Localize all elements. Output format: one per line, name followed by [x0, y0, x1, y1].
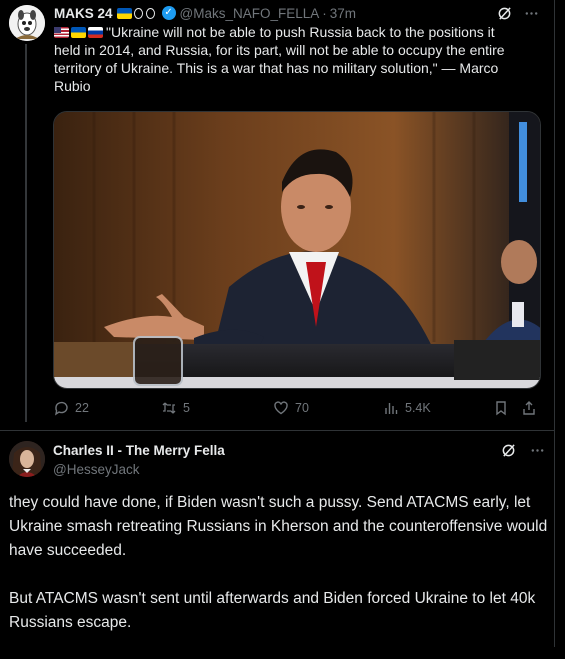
- tweet-divider: [0, 430, 554, 431]
- ukraine-flag-icon: [71, 27, 86, 38]
- author-handle[interactable]: @Maks_NAFO_FELLA: [180, 6, 320, 21]
- grok-icon[interactable]: [501, 443, 516, 461]
- reply-author-handle[interactable]: @HesseyJack: [53, 462, 139, 477]
- reply-count: 22: [75, 401, 89, 415]
- tweet-photo[interactable]: [53, 111, 541, 389]
- repost-button[interactable]: 5: [161, 400, 190, 416]
- tweet-text: "Ukraine will not be able to push Russia…: [54, 23, 524, 95]
- usa-flag-icon: [54, 27, 69, 38]
- separator-dot: ·: [322, 5, 327, 21]
- like-count: 70: [295, 401, 309, 415]
- more-icon[interactable]: [530, 443, 545, 461]
- timestamp[interactable]: 37m: [330, 6, 356, 21]
- share-icon: [521, 400, 537, 416]
- name-emoji: [116, 7, 156, 19]
- like-icon: [273, 400, 289, 416]
- views-count: 5.4K: [405, 401, 431, 415]
- tweet-header: MAKS 24 ✓ @Maks_NAFO_FELLA · 37m: [54, 5, 356, 21]
- author-avatar[interactable]: [9, 5, 45, 41]
- bookmark-icon: [493, 400, 509, 416]
- tweet-top-actions: [497, 6, 539, 24]
- text-flags: [54, 27, 103, 38]
- timeline-border: [554, 0, 555, 647]
- repost-count: 5: [183, 401, 190, 415]
- more-icon[interactable]: [524, 6, 539, 24]
- views-button[interactable]: 5.4K: [383, 400, 431, 416]
- russia-flag-icon: [88, 27, 103, 38]
- eye-icon: [133, 7, 143, 19]
- reply-author-name[interactable]: Charles II - The Merry Fella: [53, 443, 225, 458]
- reply-button[interactable]: 22: [53, 400, 89, 416]
- reply-top-actions: [501, 443, 545, 461]
- views-icon: [383, 400, 399, 416]
- bookmark-button[interactable]: [493, 400, 509, 416]
- ukraine-flag-icon: [116, 7, 132, 19]
- eye-icon: [145, 7, 155, 19]
- share-button[interactable]: [521, 400, 537, 416]
- verified-badge-icon: ✓: [161, 6, 176, 20]
- thread-connector-line: [25, 44, 27, 422]
- reply-paragraph: they could have done, if Biden wasn't su…: [9, 494, 548, 559]
- repost-icon: [161, 400, 177, 416]
- tweet-text-content: "Ukraine will not be able to push Russia…: [54, 24, 505, 94]
- reply-paragraph: But ATACMS wasn't sent until afterwards …: [9, 590, 536, 631]
- reply-text: they could have done, if Biden wasn't su…: [9, 491, 549, 659]
- like-button[interactable]: 70: [273, 400, 309, 416]
- grok-icon[interactable]: [497, 6, 512, 24]
- reply-icon: [53, 400, 69, 416]
- author-name[interactable]: MAKS 24: [54, 6, 113, 21]
- reply-author-avatar[interactable]: [9, 441, 45, 477]
- tweet-action-bar: 22 5 70 5.4K: [53, 400, 539, 418]
